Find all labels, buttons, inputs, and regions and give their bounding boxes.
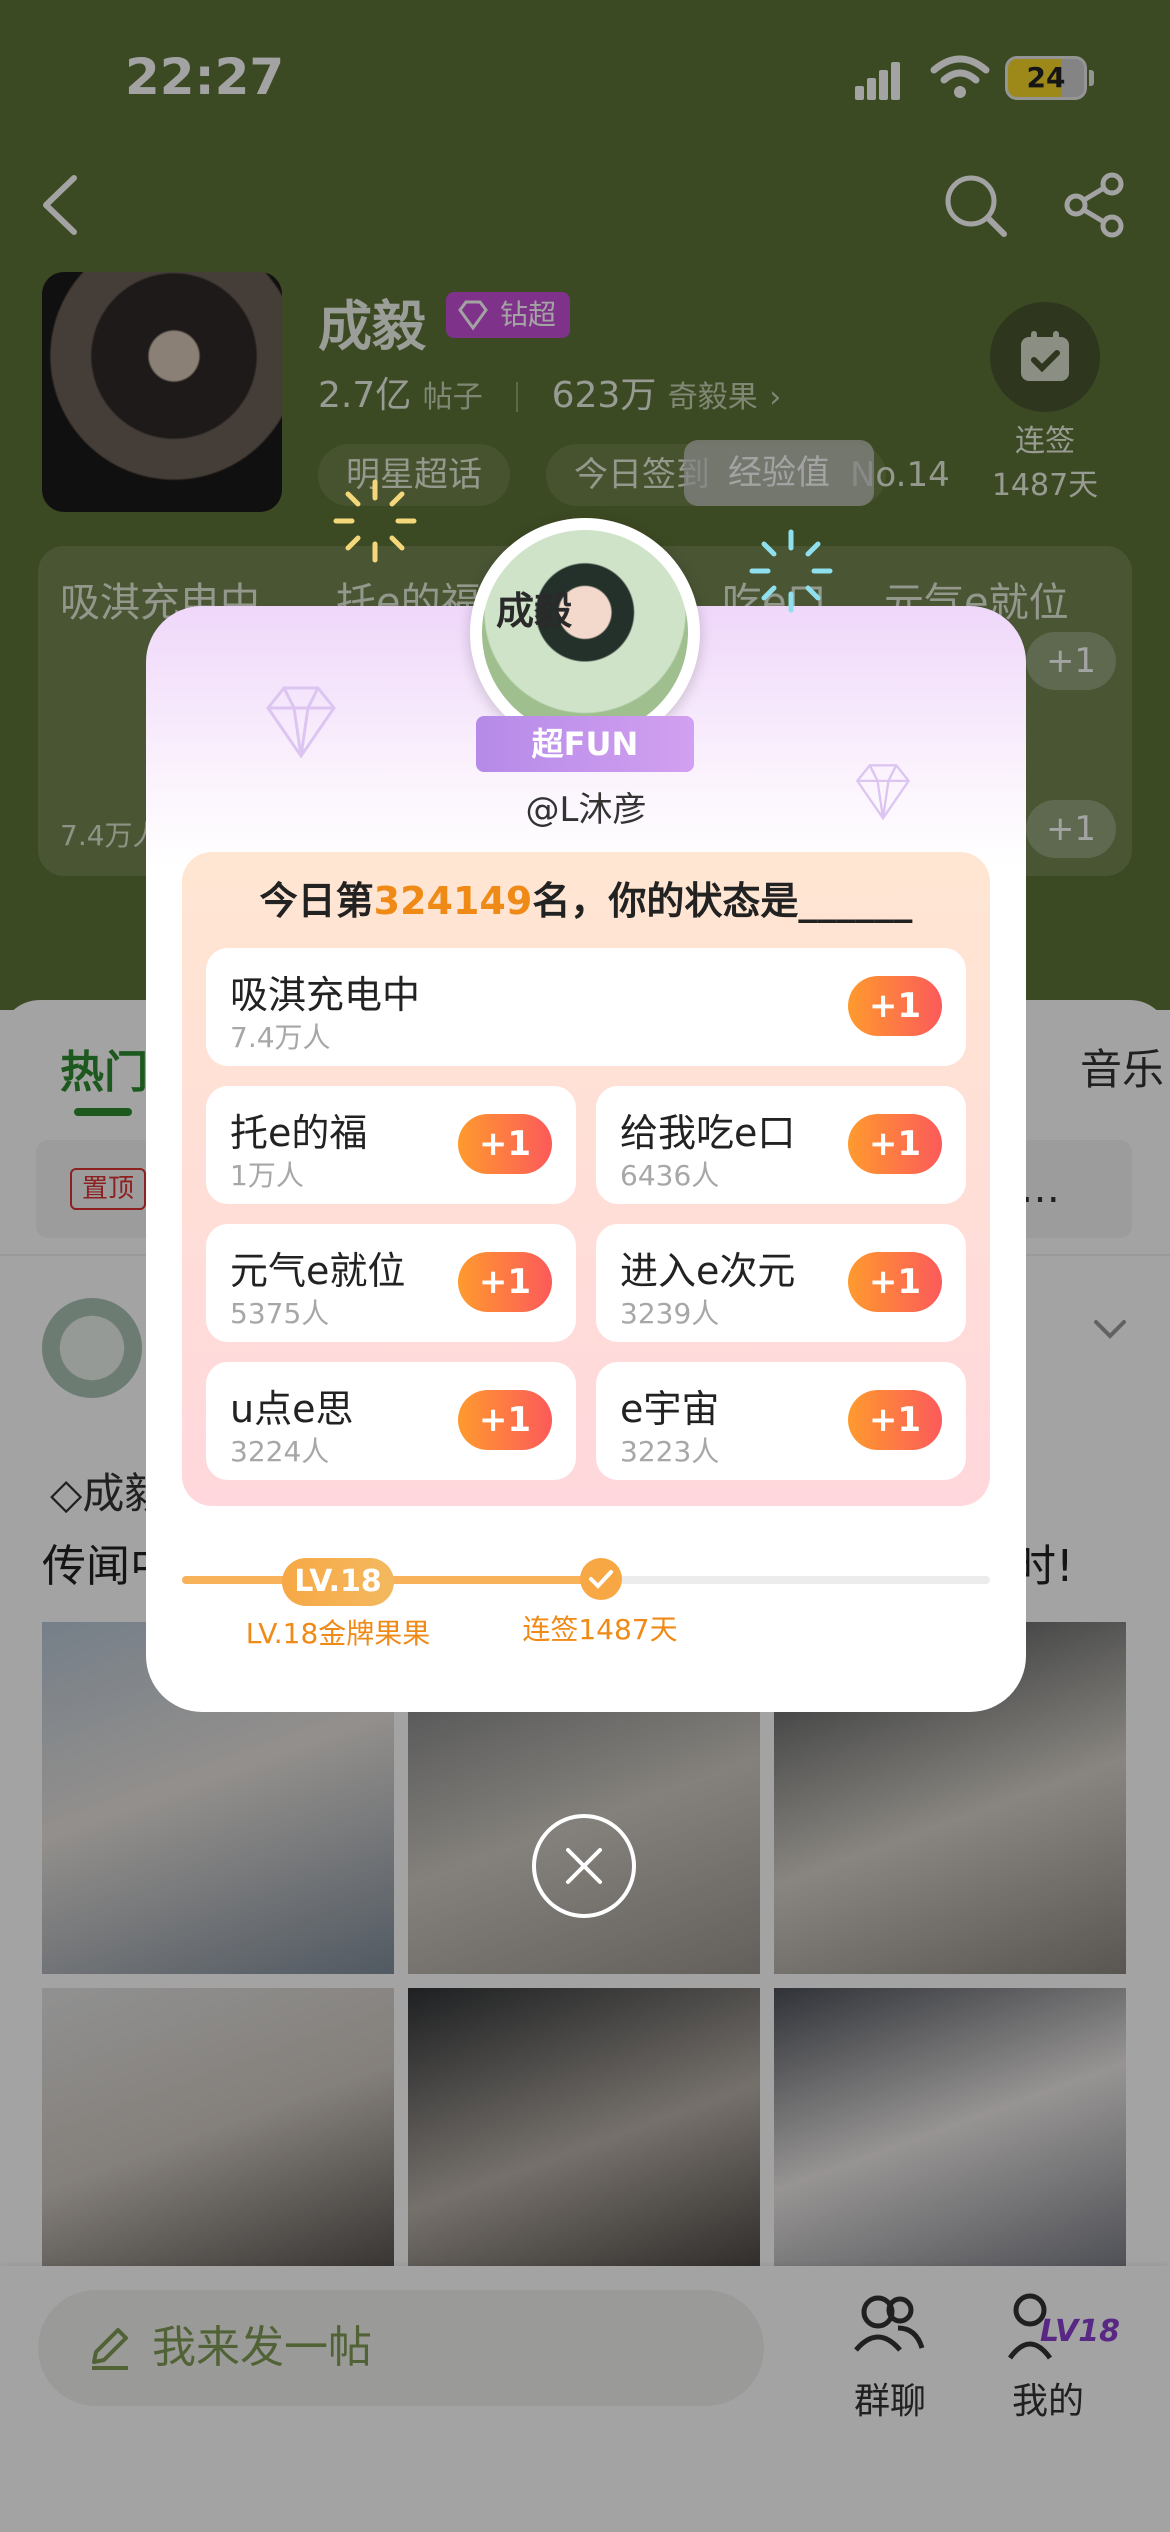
option-count: 1万人 [230, 1159, 304, 1192]
checkin-rank: 324149 [373, 879, 533, 923]
plus-one-button[interactable]: +1 [848, 1390, 942, 1450]
option-name: 元气e就位 [230, 1249, 406, 1293]
streak-label: 连签1487天 [522, 1613, 678, 1646]
status-option-card[interactable]: e宇宙 3223人 +1 [596, 1362, 966, 1480]
option-count: 7.4万人 [230, 1021, 331, 1054]
plus-one-button[interactable]: +1 [458, 1252, 552, 1312]
option-count: 3223人 [620, 1435, 720, 1468]
fun-ribbon: 超FUN [476, 716, 694, 772]
option-count: 3224人 [230, 1435, 330, 1468]
status-option-card[interactable]: 托e的福 1万人 +1 [206, 1086, 576, 1204]
avatar-calligraphy: 成毅 [496, 588, 573, 633]
plus-one-button[interactable]: +1 [848, 1114, 942, 1174]
level-label: LV.18金牌果果 [245, 1617, 431, 1650]
plus-one-button[interactable]: +1 [458, 1390, 552, 1450]
sparkle-icon [333, 479, 417, 563]
status-option-card[interactable]: 进入e次元 3239人 +1 [596, 1224, 966, 1342]
status-option-card[interactable]: 元气e就位 5375人 +1 [206, 1224, 576, 1342]
option-count: 3239人 [620, 1297, 720, 1330]
option-name: 托e的福 [230, 1111, 368, 1155]
option-count: 5375人 [230, 1297, 330, 1330]
vote-title-suffix: 名，你的状态是______ [532, 879, 913, 923]
option-count: 6436人 [620, 1159, 720, 1192]
close-icon [566, 1848, 602, 1884]
diamond-icon [266, 686, 336, 759]
status-option-card[interactable]: 给我吃e口 6436人 +1 [596, 1086, 966, 1204]
vote-title-prefix: 今日第 [259, 879, 374, 923]
plus-one-button[interactable]: +1 [848, 1252, 942, 1312]
plus-one-button[interactable]: +1 [458, 1114, 552, 1174]
option-name: 给我吃e口 [620, 1111, 796, 1155]
check-icon [580, 1558, 622, 1600]
close-button[interactable] [532, 1814, 636, 1918]
sparkle-icon [749, 529, 833, 613]
level-pill: LV.18 [282, 1558, 394, 1606]
option-name: 进入e次元 [620, 1249, 796, 1293]
status-option-card[interactable]: u点e思 3224人 +1 [206, 1362, 576, 1480]
plus-one-button[interactable]: +1 [848, 976, 942, 1036]
option-name: 吸淇充电中 [230, 973, 421, 1017]
user-handle: @L沐彦 [525, 790, 647, 830]
option-name: e宇宙 [620, 1387, 720, 1431]
option-name: u点e思 [230, 1387, 354, 1431]
status-option-card[interactable]: 吸淇充电中 7.4万人 +1 [206, 948, 966, 1066]
vote-title: 今日第324149名，你的状态是______ [182, 870, 990, 925]
